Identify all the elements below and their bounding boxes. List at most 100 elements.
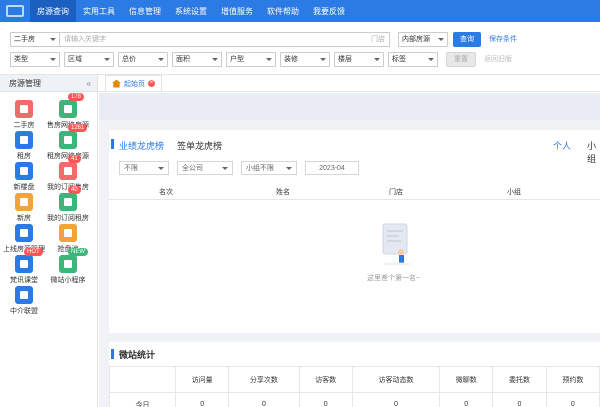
stats-col: 分享次数 (228, 366, 300, 393)
stats-cell: 0 (492, 392, 547, 407)
filter-decoration-label: 装修 (284, 56, 298, 63)
scope-select[interactable]: 内部房源 (398, 31, 448, 47)
filter-floor-label: 楼层 (338, 56, 352, 63)
stats-cell: 0 (351, 392, 441, 407)
tab-signing-ranking[interactable]: 签单龙虎榜 (177, 139, 222, 152)
stats-cell: 0 (439, 392, 494, 407)
ranking-panel: 业绩龙虎榜 签单龙虎榜 个人 小组 不限 全公司 小组不限 2023-04 名次… (109, 130, 600, 333)
nav-item-feedback[interactable]: 我要反馈 (306, 0, 352, 22)
save-condition-link[interactable]: 保存条件 (489, 34, 517, 44)
filter-area-label: 区域 (68, 56, 82, 63)
stats-row-label: 今日 (109, 392, 176, 407)
reset-button[interactable]: 重置 (446, 51, 476, 67)
filter-price[interactable]: 总价 (118, 51, 168, 67)
glyph-shape (20, 229, 28, 237)
scope-value: 内部房源 (402, 36, 430, 43)
tab-home-label: 起始页 (124, 80, 145, 88)
ranking-table-header (109, 182, 600, 200)
count-badge: 178 (68, 93, 85, 101)
glyph-shape (64, 229, 72, 237)
logo-icon (6, 5, 24, 17)
month-picker[interactable]: 2023-04 (305, 161, 359, 175)
filter-scope-value: 不限 (124, 165, 138, 172)
keyword-placeholder: 请输入关键字 (64, 36, 106, 43)
scope-group[interactable]: 小组 (587, 139, 600, 165)
back-old-version-link[interactable]: 返回旧版 (484, 54, 512, 64)
sidebar-item-label: 微站小程序 (50, 277, 86, 284)
subscribe-rent-icon: 40 (59, 186, 81, 211)
empty-state-icon (382, 223, 411, 266)
alliance-icon (15, 286, 33, 304)
chevron-down-icon (222, 166, 228, 170)
query-button[interactable]: 查询 (453, 31, 481, 47)
tab-performance-ranking[interactable]: 业绩龙虎榜 (119, 139, 164, 152)
filter-type-label: 类型 (14, 56, 28, 63)
nav-item-info[interactable]: 信息管理 (122, 0, 168, 22)
count-badge: 41 (68, 155, 81, 163)
rent-icon (15, 131, 33, 149)
stats-col: 访客数 (298, 366, 353, 393)
sidebar-item[interactable]: NEW 微站小程序 (44, 248, 92, 285)
sidebar-item[interactable]: 40 我的订阅租房 (44, 186, 92, 223)
nav-item-value-added[interactable]: 增值服务 (214, 0, 260, 22)
sidebar-item[interactable]: 中介联盟 (0, 286, 48, 316)
glyph-shape (20, 291, 28, 299)
chevron-down-icon (158, 57, 164, 61)
stats-col: 微聊数 (439, 366, 494, 393)
sidebar-item[interactable]: HOT 梵讯课堂 (0, 248, 48, 285)
nav-item-house-query[interactable]: 房源查询 (30, 0, 76, 22)
chevron-down-icon (212, 57, 218, 61)
close-icon[interactable]: × (148, 80, 155, 87)
sidebar-header: 房源管理 « (0, 75, 97, 92)
glyph-shape (64, 136, 72, 144)
stats-panel: 微站统计 访问量 分享次数 访客数 访客动态数 微聊数 委托数 预约数 今日 0… (109, 342, 600, 407)
house-type-select[interactable]: 二手房 (10, 31, 60, 47)
filter-layout[interactable]: 户型 (226, 51, 276, 67)
filter-type[interactable]: 类型 (10, 51, 60, 67)
title-accent (111, 349, 114, 359)
filter-tag-label: 标签 (392, 56, 406, 63)
filter-tag[interactable]: 标签 (388, 51, 438, 67)
collapse-icon[interactable]: « (87, 79, 91, 88)
house-type-value: 二手房 (14, 36, 35, 43)
sidebar-item[interactable]: 二手房 (0, 100, 48, 130)
count-badge: HOT (24, 248, 43, 256)
keyword-input[interactable]: 请输入关键字 门店 (60, 31, 390, 47)
new-house-icon (15, 193, 33, 211)
filter-size[interactable]: 面积 (172, 51, 222, 67)
filter-company-select[interactable]: 全公司 (177, 161, 233, 175)
filter-decoration[interactable]: 装修 (280, 51, 330, 67)
sidebar-item-label: 租房 (17, 153, 31, 160)
nav-item-tools[interactable]: 实用工具 (76, 0, 122, 22)
sidebar-item[interactable]: 新房 (0, 193, 48, 223)
chevron-down-icon (438, 37, 444, 41)
tab-bar: 起始页 × (99, 75, 600, 92)
tab-home[interactable]: 起始页 × (105, 75, 162, 91)
sidebar: 房源管理 « 二手房178售房网络房源租房1261租房网络房源新楼盘41我的订阅… (0, 75, 98, 407)
banner (99, 93, 600, 120)
chevron-down-icon (158, 166, 164, 170)
filter-group-select[interactable]: 小组不限 (241, 161, 297, 175)
sidebar-item[interactable]: 租房 (0, 131, 48, 161)
count-badge: 40 (68, 186, 81, 194)
stats-cell: 0 (174, 392, 230, 407)
scope-personal[interactable]: 个人 (553, 139, 571, 152)
filter-company-value: 全公司 (182, 165, 203, 172)
miniapp-icon: NEW (59, 248, 88, 273)
stats-cell: 0 (298, 392, 353, 407)
stats-corner-cell (109, 366, 176, 393)
nav-item-settings[interactable]: 系统设置 (168, 0, 214, 22)
stats-col: 访客动态数 (351, 366, 441, 393)
col-group: 小组 (507, 189, 521, 196)
sidebar-item[interactable]: 新楼盘 (0, 162, 48, 192)
stats-col: 委托数 (492, 366, 547, 393)
nav-item-help[interactable]: 软件帮助 (260, 0, 306, 22)
stats-header-row: 访问量 分享次数 访客数 访客动态数 微聊数 委托数 预约数 (109, 366, 600, 393)
filter-floor[interactable]: 楼层 (334, 51, 384, 67)
filter-area[interactable]: 区域 (64, 51, 114, 67)
home-icon (112, 79, 121, 88)
filter-layout-label: 户型 (230, 56, 244, 63)
glyph-shape (20, 198, 28, 206)
filter-scope-select[interactable]: 不限 (119, 161, 169, 175)
empty-state-text: 这里差个第一名~ (367, 275, 421, 282)
